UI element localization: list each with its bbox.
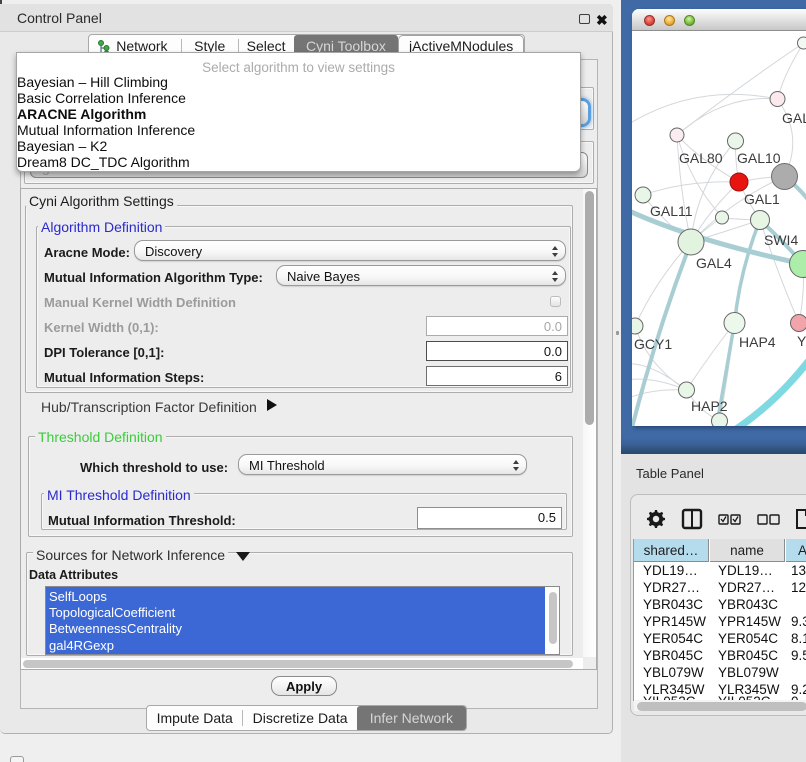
svg-text:HAP2: HAP2: [691, 398, 728, 414]
svg-text:GCY1: GCY1: [634, 336, 672, 352]
svg-text:GAL2: GAL2: [782, 110, 806, 126]
svg-text:SWI4: SWI4: [764, 232, 798, 248]
svg-text:GAL1: GAL1: [744, 191, 780, 207]
svg-text:GAL80: GAL80: [679, 150, 723, 166]
svg-text:GAL11: GAL11: [650, 203, 693, 219]
svg-text:GAL10: GAL10: [737, 150, 781, 166]
svg-text:GAL4: GAL4: [696, 255, 732, 271]
svg-text:YJ: YJ: [797, 333, 806, 349]
svg-text:HAP4: HAP4: [739, 334, 776, 350]
